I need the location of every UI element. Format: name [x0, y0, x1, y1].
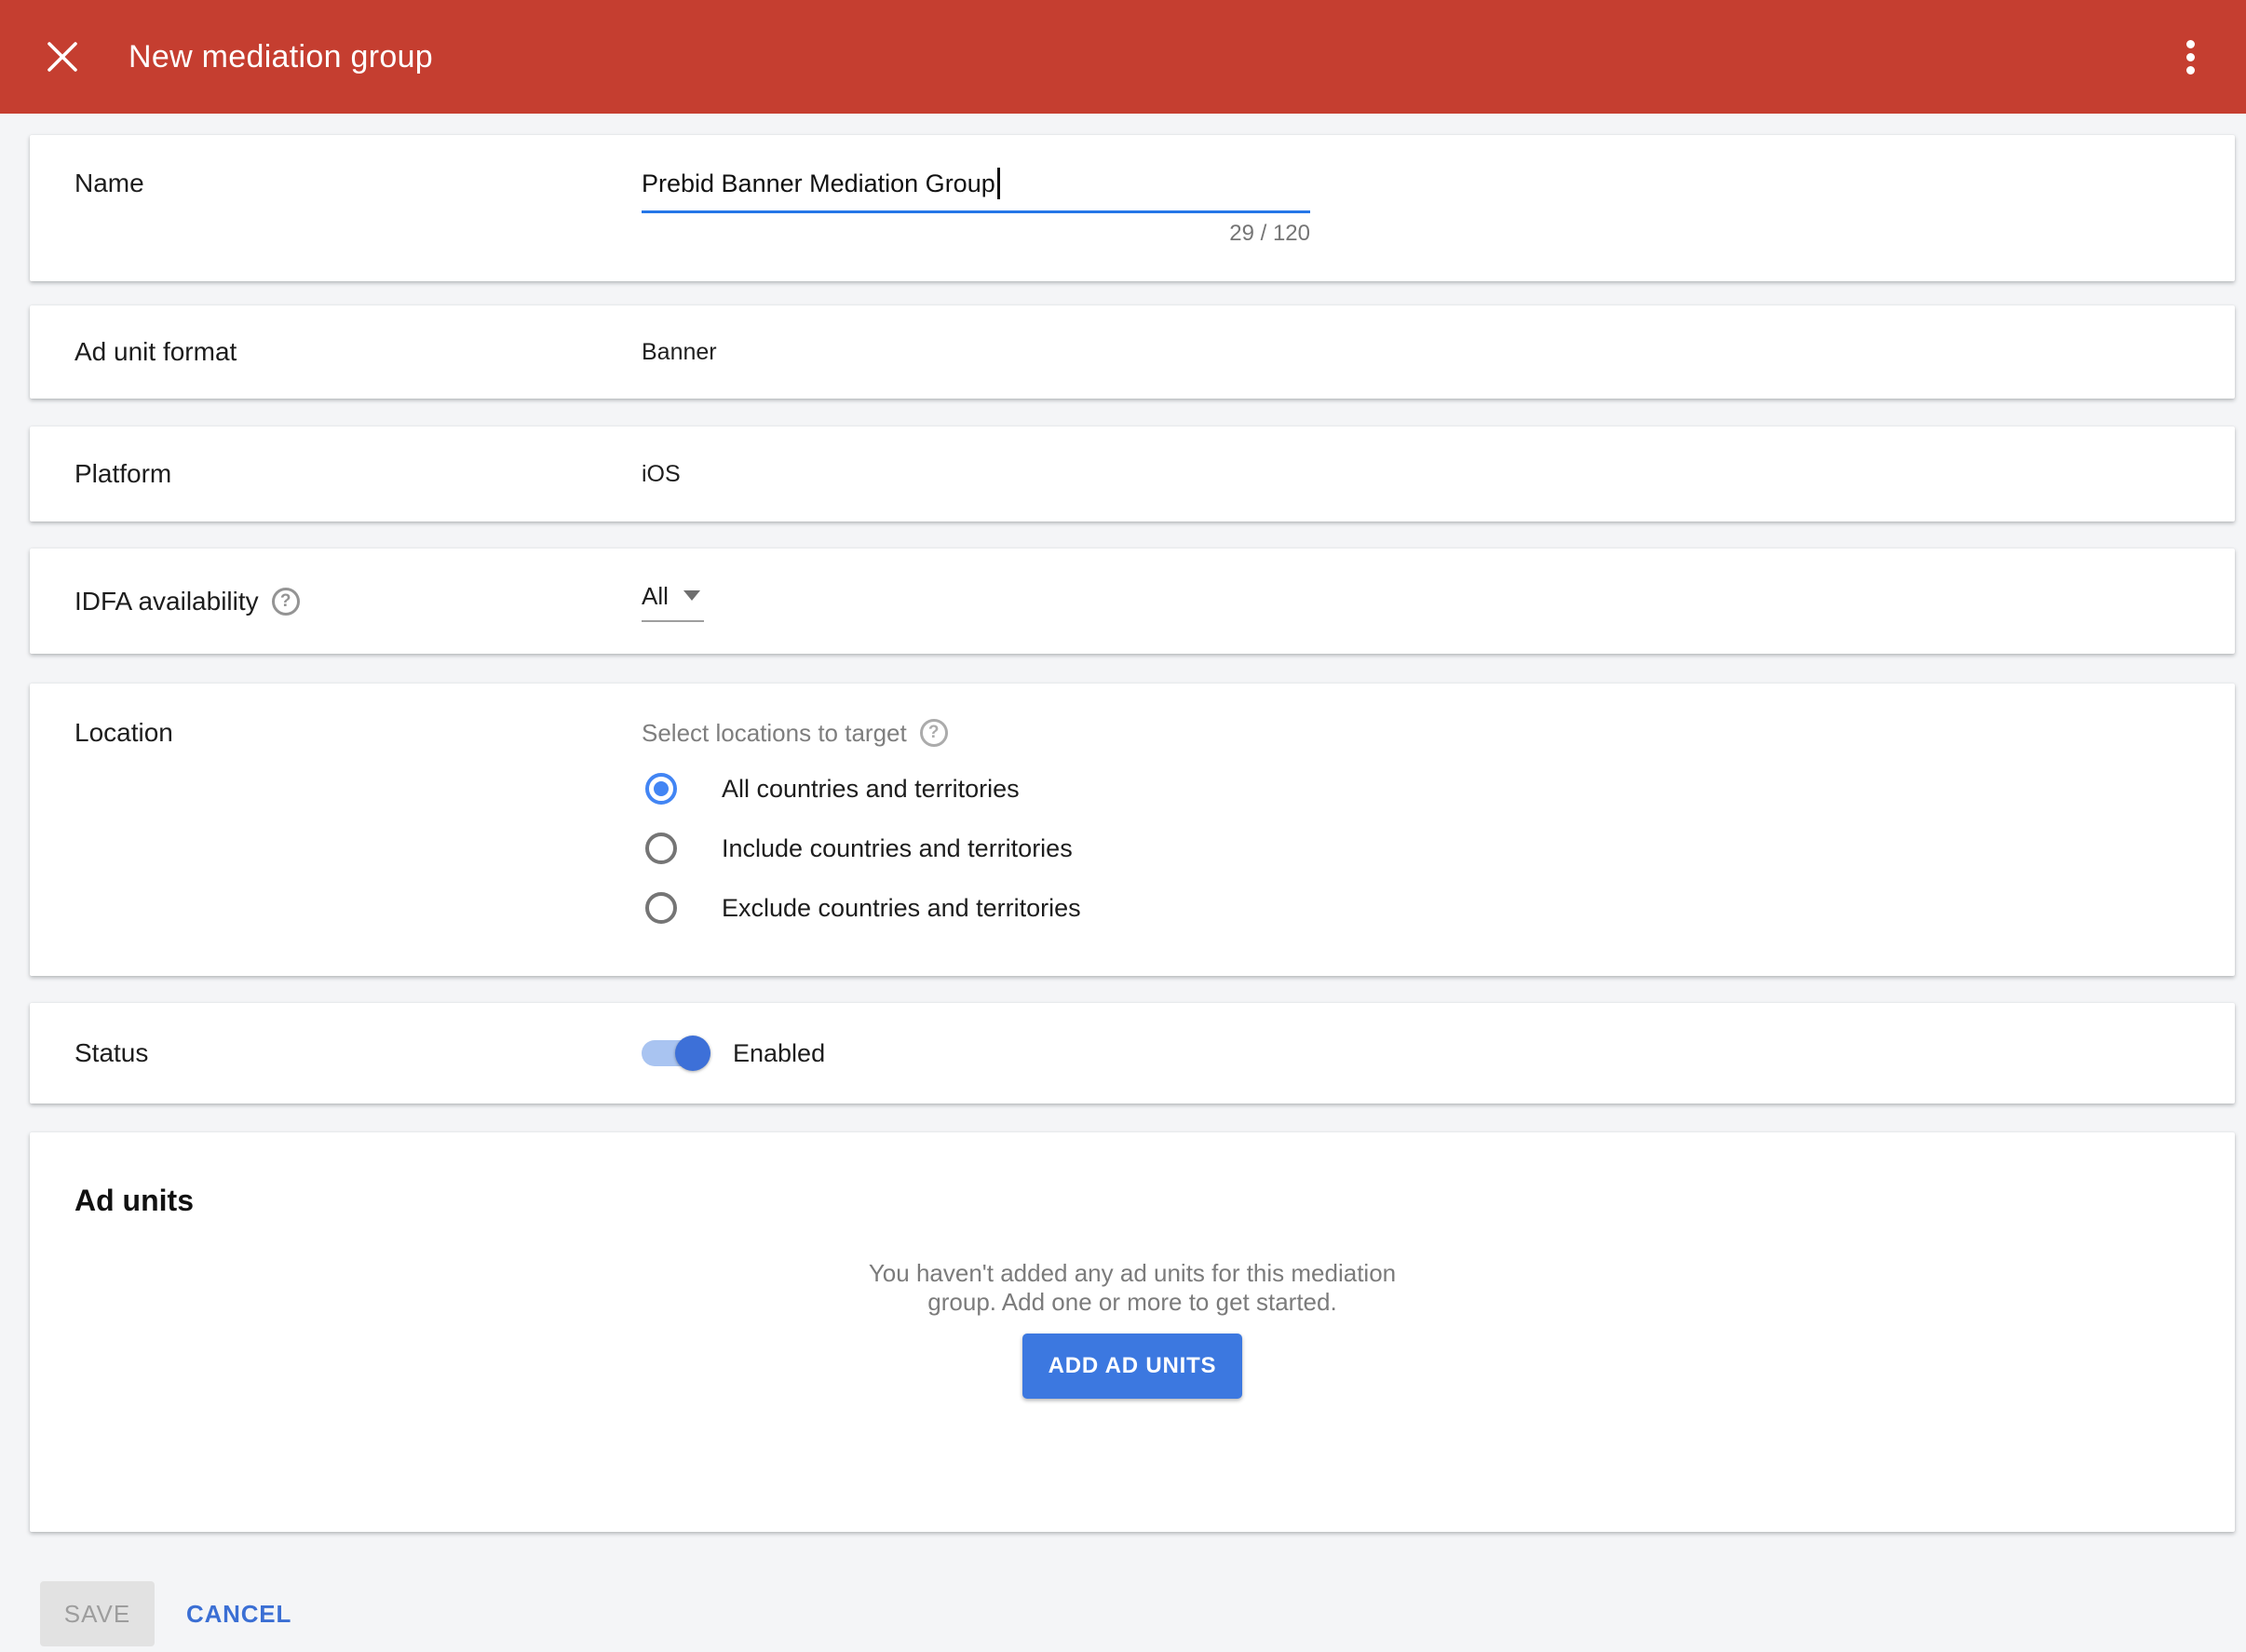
radio-all-countries[interactable]: All countries and territories	[642, 773, 1081, 805]
location-helper: Select locations to target ?	[642, 717, 1081, 749]
location-card: Location Select locations to target ? Al…	[30, 684, 2235, 976]
more-options-icon[interactable]	[2172, 31, 2209, 83]
name-label: Name	[30, 168, 642, 281]
location-helper-text: Select locations to target	[642, 717, 907, 749]
save-button[interactable]: SAVE	[40, 1581, 155, 1646]
text-cursor	[997, 168, 1000, 199]
idfa-label: IDFA availability ?	[30, 586, 642, 617]
name-field: Prebid Banner Mediation Group 29 / 120	[642, 168, 1310, 281]
cancel-button[interactable]: CANCEL	[186, 1600, 291, 1629]
idfa-selected-value: All	[642, 581, 669, 611]
radio-exclude-countries[interactable]: Exclude countries and territories	[642, 892, 1081, 924]
add-ad-units-button[interactable]: ADD AD UNITS	[1022, 1334, 1243, 1399]
toggle-knob	[675, 1036, 710, 1071]
ad-unit-format-value: Banner	[642, 337, 717, 367]
idfa-label-text: IDFA availability	[74, 586, 259, 617]
platform-value: iOS	[642, 459, 681, 489]
name-card: Name Prebid Banner Mediation Group 29 / …	[30, 135, 2235, 281]
form-content: Name Prebid Banner Mediation Group 29 / …	[0, 114, 2246, 1646]
ad-unit-format-card: Ad unit format Banner	[30, 305, 2235, 399]
radio-label: Include countries and territories	[722, 833, 1073, 864]
radio-include-countries[interactable]: Include countries and territories	[642, 833, 1081, 864]
help-circle-icon[interactable]: ?	[920, 719, 948, 747]
name-input-value: Prebid Banner Mediation Group	[642, 168, 995, 199]
location-options: Select locations to target ? All countri…	[642, 717, 1081, 976]
radio-unselected-icon	[645, 833, 677, 864]
status-toggle[interactable]	[642, 1040, 705, 1066]
page-title: New mediation group	[129, 39, 433, 75]
radio-selected-icon	[645, 773, 677, 805]
ad-units-heading: Ad units	[30, 1183, 2235, 1218]
ad-units-empty-text: You haven't added any ad units for this …	[848, 1259, 1416, 1317]
ad-unit-format-label: Ad unit format	[30, 336, 642, 368]
radio-label: Exclude countries and territories	[722, 892, 1081, 924]
platform-label: Platform	[30, 458, 642, 490]
chevron-down-icon	[683, 590, 700, 601]
app-bar: New mediation group	[0, 0, 2246, 114]
idfa-dropdown[interactable]: All	[642, 581, 704, 622]
status-label: Status	[30, 1037, 642, 1069]
idfa-card: IDFA availability ? All	[30, 548, 2235, 654]
location-radio-group: All countries and territories Include co…	[642, 773, 1081, 924]
status-value: Enabled	[733, 1037, 825, 1069]
status-card: Status Enabled	[30, 1003, 2235, 1104]
ad-units-card: Ad units You haven't added any ad units …	[30, 1132, 2235, 1532]
close-icon[interactable]	[47, 41, 78, 73]
status-control: Enabled	[642, 1037, 825, 1069]
radio-unselected-icon	[645, 892, 677, 924]
char-counter: 29 / 120	[642, 221, 1310, 247]
footer-actions: SAVE CANCEL	[40, 1581, 2235, 1646]
radio-label: All countries and territories	[722, 773, 1020, 805]
help-circle-icon[interactable]: ?	[272, 588, 300, 616]
location-label: Location	[30, 717, 642, 976]
platform-card: Platform iOS	[30, 427, 2235, 521]
name-input[interactable]: Prebid Banner Mediation Group	[642, 168, 1310, 213]
